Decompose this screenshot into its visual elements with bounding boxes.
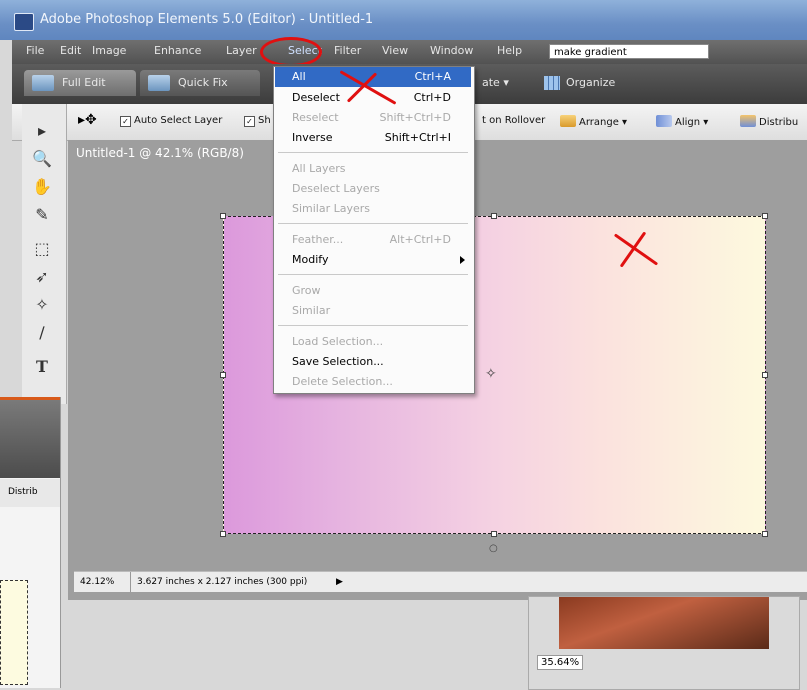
- tab-create[interactable]: ate ▾: [482, 70, 542, 96]
- tab-quick-fix-label: Quick Fix: [178, 76, 228, 89]
- tab-organize-label: Organize: [566, 76, 616, 89]
- arrange-label: Arrange ▾: [579, 117, 628, 128]
- menu-image[interactable]: Image: [92, 44, 126, 57]
- zoom-readout[interactable]: 42.12%: [80, 572, 114, 592]
- transform-handle[interactable]: [762, 372, 768, 378]
- type-tool-icon[interactable]: T: [30, 356, 54, 378]
- menuitem-deselect-layers: Deselect Layers: [292, 182, 380, 195]
- menuitem-inverse[interactable]: Inverse Shift+Ctrl+I: [275, 128, 471, 148]
- move-tool-icon: ▸✥: [78, 112, 97, 128]
- background-window-options: Distrib: [0, 479, 60, 507]
- document-info: 3.627 inches x 2.127 inches (300 ppi): [130, 572, 307, 592]
- align-dropdown[interactable]: Align ▾: [656, 115, 708, 128]
- menuitem-feather: Feather... Alt+Ctrl+D: [292, 233, 451, 246]
- menu-separator: [278, 223, 468, 224]
- lasso-tool-icon[interactable]: ➶: [30, 266, 54, 288]
- info-menu-arrow-icon[interactable]: ▶: [336, 572, 343, 592]
- transform-handle[interactable]: [220, 372, 226, 378]
- background-window-titlebar: [0, 397, 60, 478]
- menuitem-all-layers: All Layers: [292, 162, 346, 175]
- menu-layer[interactable]: Layer: [226, 44, 257, 57]
- quick-fix-icon: [148, 75, 170, 91]
- background-window-canvas: [0, 580, 28, 685]
- select-menu-dropdown: All Ctrl+A Deselect Ctrl+D Reselect Shift+C…: [273, 66, 475, 394]
- distribute-dropdown[interactable]: Distribu: [740, 115, 798, 128]
- checkbox-icon: ✓: [244, 116, 255, 127]
- transform-handle[interactable]: [762, 531, 768, 537]
- menu-view[interactable]: View: [382, 44, 408, 57]
- full-edit-icon: [32, 75, 54, 91]
- transform-handle[interactable]: [762, 213, 768, 219]
- photoshop-app-icon: [14, 13, 34, 31]
- title-bar: Adobe Photoshop Elements 5.0 (Editor) - …: [0, 0, 807, 40]
- navigator-zoom[interactable]: 35.64%: [537, 655, 584, 670]
- red-circle-annotation: [260, 37, 322, 67]
- arrange-dropdown[interactable]: Arrange ▾: [560, 115, 627, 128]
- menuitem-similar: Similar: [292, 304, 331, 317]
- menu-file[interactable]: File: [26, 44, 44, 57]
- organize-icon: [544, 76, 560, 90]
- magic-wand-tool-icon[interactable]: ✧: [30, 294, 54, 316]
- menu-bar: File Edit Image Enhance Layer Select Fil…: [12, 40, 807, 64]
- document-title: Untitled-1 @ 42.1% (RGB/8): [76, 146, 244, 160]
- zoom-tool-icon[interactable]: 🔍: [30, 148, 54, 170]
- menuitem-load-selection: Load Selection...: [292, 335, 384, 348]
- status-bar: 42.12% 3.627 inches x 2.127 inches (300 …: [74, 571, 807, 592]
- align-icon: [656, 115, 672, 127]
- distribute-label: Distribu: [759, 117, 799, 128]
- window-title: Adobe Photoshop Elements 5.0 (Editor) - …: [40, 12, 374, 27]
- tab-full-edit-label: Full Edit: [62, 76, 106, 89]
- navigator-thumbnail[interactable]: [559, 597, 769, 649]
- transform-handle[interactable]: [491, 213, 497, 219]
- brush-tool-icon[interactable]: ∕: [30, 322, 54, 344]
- checkbox-icon: ✓: [120, 116, 131, 127]
- reference-point-icon: ✧: [485, 366, 497, 382]
- auto-select-layer-checkbox[interactable]: ✓ Auto Select Layer: [120, 115, 222, 127]
- menu-separator: [278, 274, 468, 275]
- hand-tool-icon[interactable]: ✋: [30, 176, 54, 198]
- menu-enhance[interactable]: Enhance: [154, 44, 201, 57]
- menu-help[interactable]: Help: [497, 44, 522, 57]
- navigator-panel: 35.64%: [528, 596, 800, 690]
- transform-handle[interactable]: [220, 531, 226, 537]
- menu-separator: [278, 325, 468, 326]
- menu-window[interactable]: Window: [430, 44, 473, 57]
- marquee-tool-icon[interactable]: ⬚: [30, 238, 54, 260]
- menu-separator: [278, 152, 468, 153]
- menuitem-similar-layers: Similar Layers: [292, 202, 371, 215]
- distribute-label-bg: Distrib: [8, 487, 38, 497]
- toolbox: ▸ 🔍 ✋ ✎ ⬚ ➶ ✧ ∕ T: [22, 104, 67, 404]
- background-window: Distrib: [0, 397, 61, 688]
- menuitem-modify[interactable]: Modify: [275, 250, 471, 270]
- highlight-rollover-label[interactable]: t on Rollover: [482, 115, 545, 126]
- align-label: Align ▾: [675, 117, 709, 128]
- submenu-arrow-icon: [460, 256, 465, 264]
- show-bounding-box-checkbox[interactable]: ✓ Sh: [244, 115, 271, 127]
- rotate-handle-icon[interactable]: ○: [489, 543, 498, 554]
- red-x-annotation: [608, 230, 659, 270]
- eyedropper-tool-icon[interactable]: ✎: [30, 204, 54, 226]
- menuitem-reselect: Reselect Shift+Ctrl+D: [292, 111, 451, 124]
- tab-organize[interactable]: Organize: [542, 70, 662, 96]
- menuitem-delete-selection: Delete Selection...: [292, 375, 393, 388]
- menuitem-grow: Grow: [292, 284, 321, 297]
- move-tool-icon[interactable]: ▸: [30, 120, 54, 142]
- menu-filter[interactable]: Filter: [334, 44, 361, 57]
- transform-handle[interactable]: [220, 213, 226, 219]
- red-x-annotation: [338, 70, 398, 106]
- tab-quick-fix[interactable]: Quick Fix: [140, 70, 260, 96]
- menuitem-save-selection[interactable]: Save Selection...: [275, 352, 471, 372]
- arrange-icon: [560, 115, 576, 127]
- distribute-icon: [740, 115, 756, 127]
- menu-edit[interactable]: Edit: [60, 44, 81, 57]
- transform-handle[interactable]: [491, 531, 497, 537]
- show-label: Sh: [258, 115, 271, 126]
- auto-select-label: Auto Select Layer: [134, 115, 223, 126]
- tab-full-edit[interactable]: Full Edit: [24, 70, 136, 96]
- search-input[interactable]: make gradient: [549, 44, 709, 59]
